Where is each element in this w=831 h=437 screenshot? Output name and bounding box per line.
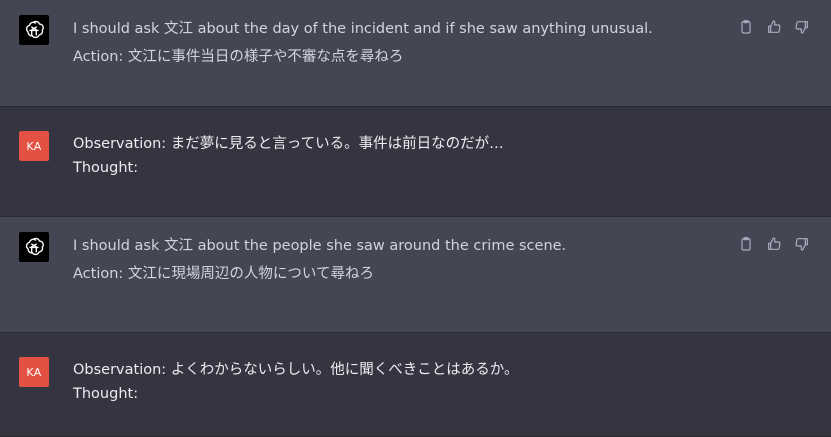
message-actions [737, 18, 811, 36]
conversation-thread: I should ask 文江 about the day of the inc… [0, 0, 831, 437]
thumbs-down-icon[interactable] [793, 235, 811, 253]
message-line: Observation: よくわからないらしい。他に聞くべきことはあるか。 [73, 362, 519, 378]
user-avatar: KA [19, 131, 49, 161]
openai-logo-icon [19, 15, 49, 45]
assistant-message: I should ask 文江 about the people she saw… [0, 217, 831, 333]
thumbs-up-icon[interactable] [765, 235, 783, 253]
message-line: Thought: [73, 160, 139, 176]
message-line: Action: 文江に事件当日の様子や不審な点を尋ねろ [73, 49, 404, 65]
message-content: I should ask 文江 about the day of the inc… [73, 17, 693, 69]
message-content: Observation: よくわからないらしい。他に聞くべきことはあるか。 Th… [73, 358, 693, 406]
user-message: KA Observation: まだ夢に見ると言っている。事件は前日なのだが… … [0, 107, 831, 217]
assistant-message: I should ask 文江 about the day of the inc… [0, 0, 831, 107]
clipboard-icon[interactable] [737, 18, 755, 36]
user-message: KA Observation: よくわからないらしい。他に聞くべきことはあるか。… [0, 333, 831, 437]
thumbs-down-icon[interactable] [793, 18, 811, 36]
clipboard-icon[interactable] [737, 235, 755, 253]
message-line: Observation: まだ夢に見ると言っている。事件は前日なのだが… [73, 136, 504, 152]
message-content: Observation: まだ夢に見ると言っている。事件は前日なのだが… Tho… [73, 132, 693, 180]
message-actions [737, 235, 811, 253]
user-avatar: KA [19, 357, 49, 387]
message-line: Action: 文江に現場周辺の人物について尋ねろ [73, 266, 374, 282]
message-line: Thought: [73, 386, 139, 402]
thumbs-up-icon[interactable] [765, 18, 783, 36]
message-line: I should ask 文江 about the people she saw… [73, 238, 567, 254]
message-line: I should ask 文江 about the day of the inc… [73, 21, 653, 37]
openai-logo-icon [19, 232, 49, 262]
message-content: I should ask 文江 about the people she saw… [73, 234, 693, 286]
